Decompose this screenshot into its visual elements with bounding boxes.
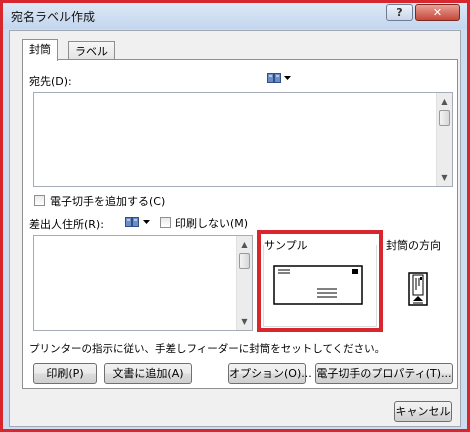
recipient-scrollbar[interactable]: ▲ ▼ — [436, 93, 452, 186]
envelope-preview[interactable] — [273, 265, 363, 305]
envelopes-panel: 宛先(D): ▲ ▼ 電子切手を追加する(C) 差出人住所(R): 印刷しない(… — [22, 59, 458, 389]
close-button[interactable]: ✕ — [415, 4, 460, 21]
sender-scroll-thumb[interactable] — [239, 253, 250, 269]
epostage-label: 電子切手を追加する(C) — [50, 195, 166, 208]
sender-address-book-icon[interactable] — [125, 217, 139, 227]
sender-label: 差出人住所(R): — [29, 218, 104, 231]
dialog-client-area: 封筒 ラベル 宛先(D): ▲ ▼ 電子切手を追加する(C) 差出人住所(R):… — [9, 30, 461, 427]
omit-sender-checkbox[interactable] — [160, 217, 171, 228]
help-button[interactable]: ? — [386, 4, 413, 21]
chevron-down-icon[interactable] — [284, 76, 291, 81]
dialog-window: 宛名ラベル作成 ? ✕ 封筒 ラベル 宛先(D): ▲ ▼ 電子切手を追加する(… — [0, 0, 470, 432]
cancel-button[interactable]: キャンセル — [394, 401, 452, 422]
sender-address-input[interactable]: ▲ ▼ — [33, 235, 253, 331]
sender-scroll-down-icon[interactable]: ▼ — [237, 314, 252, 329]
epostage-checkbox[interactable] — [34, 195, 45, 206]
sender-scrollbar[interactable]: ▲ ▼ — [236, 236, 252, 330]
scroll-thumb[interactable] — [439, 110, 450, 126]
scroll-up-icon[interactable]: ▲ — [437, 94, 452, 109]
tab-envelopes[interactable]: 封筒 — [22, 39, 58, 61]
instructions-text: プリンターの指示に従い、手差しフィーダーに封筒をセットしてください。 — [29, 343, 386, 355]
tab-labels[interactable]: ラベル — [68, 41, 115, 61]
omit-sender-label: 印刷しない(M) — [175, 217, 249, 230]
recipient-label: 宛先(D): — [29, 75, 72, 88]
feed-label: 封筒の方向 — [386, 239, 441, 252]
title-bar[interactable]: 宛名ラベル作成 ? ✕ — [3, 3, 467, 29]
scroll-down-icon[interactable]: ▼ — [437, 170, 452, 185]
options-button[interactable]: オプション(O)... — [228, 363, 312, 384]
sender-chevron-down-icon[interactable] — [143, 220, 150, 225]
epostage-properties-button[interactable]: 電子切手のプロパティ(T)... — [315, 363, 453, 384]
feed-direction-icon[interactable] — [408, 272, 428, 306]
print-button[interactable]: 印刷(P) — [33, 363, 97, 384]
address-book-icon[interactable] — [267, 73, 281, 83]
sender-scroll-up-icon[interactable]: ▲ — [237, 237, 252, 252]
recipient-address-input[interactable]: ▲ ▼ — [33, 92, 453, 187]
add-to-document-button[interactable]: 文書に追加(A) — [104, 363, 192, 384]
window-title: 宛名ラベル作成 — [11, 10, 96, 24]
